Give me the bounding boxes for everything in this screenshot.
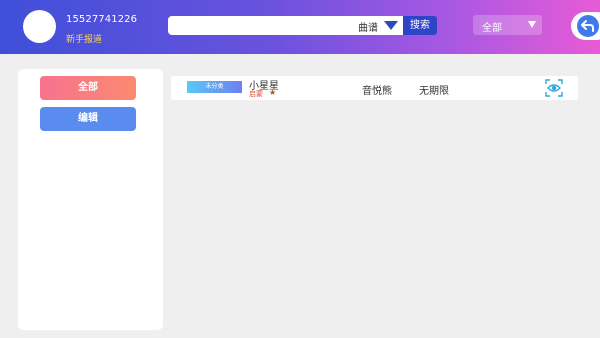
back-arrow-icon	[577, 15, 599, 37]
search-button[interactable]: 搜索	[403, 16, 437, 35]
caret-down-icon[interactable]	[384, 21, 398, 30]
publisher: 音悦熊	[362, 86, 392, 97]
song-level: 启蒙	[249, 90, 263, 98]
caret-down-icon	[528, 21, 536, 28]
filter-selected: 全部	[482, 23, 502, 34]
star-icon: ★	[269, 88, 277, 97]
filter-select[interactable]: 全部	[473, 15, 542, 35]
category-tag: 未分类	[187, 81, 242, 93]
back-button[interactable]	[571, 12, 600, 40]
eye-scan-icon[interactable]	[545, 79, 563, 97]
user-phone: 15527741226	[66, 14, 138, 25]
sidebar: 全部 编辑	[18, 69, 163, 330]
list-item[interactable]: 未分类 小星星 启蒙 ★ 音悦熊 无期限	[171, 76, 578, 100]
top-header: 15527741226 新手报道 曲谱 搜索 全部	[0, 0, 600, 54]
newbie-guide-link[interactable]: 新手报道	[66, 32, 102, 45]
edit-button[interactable]: 编辑	[40, 107, 136, 131]
validity: 无期限	[419, 86, 449, 97]
search-category[interactable]: 曲谱	[358, 19, 378, 34]
avatar[interactable]	[23, 10, 56, 43]
all-button[interactable]: 全部	[40, 76, 136, 100]
